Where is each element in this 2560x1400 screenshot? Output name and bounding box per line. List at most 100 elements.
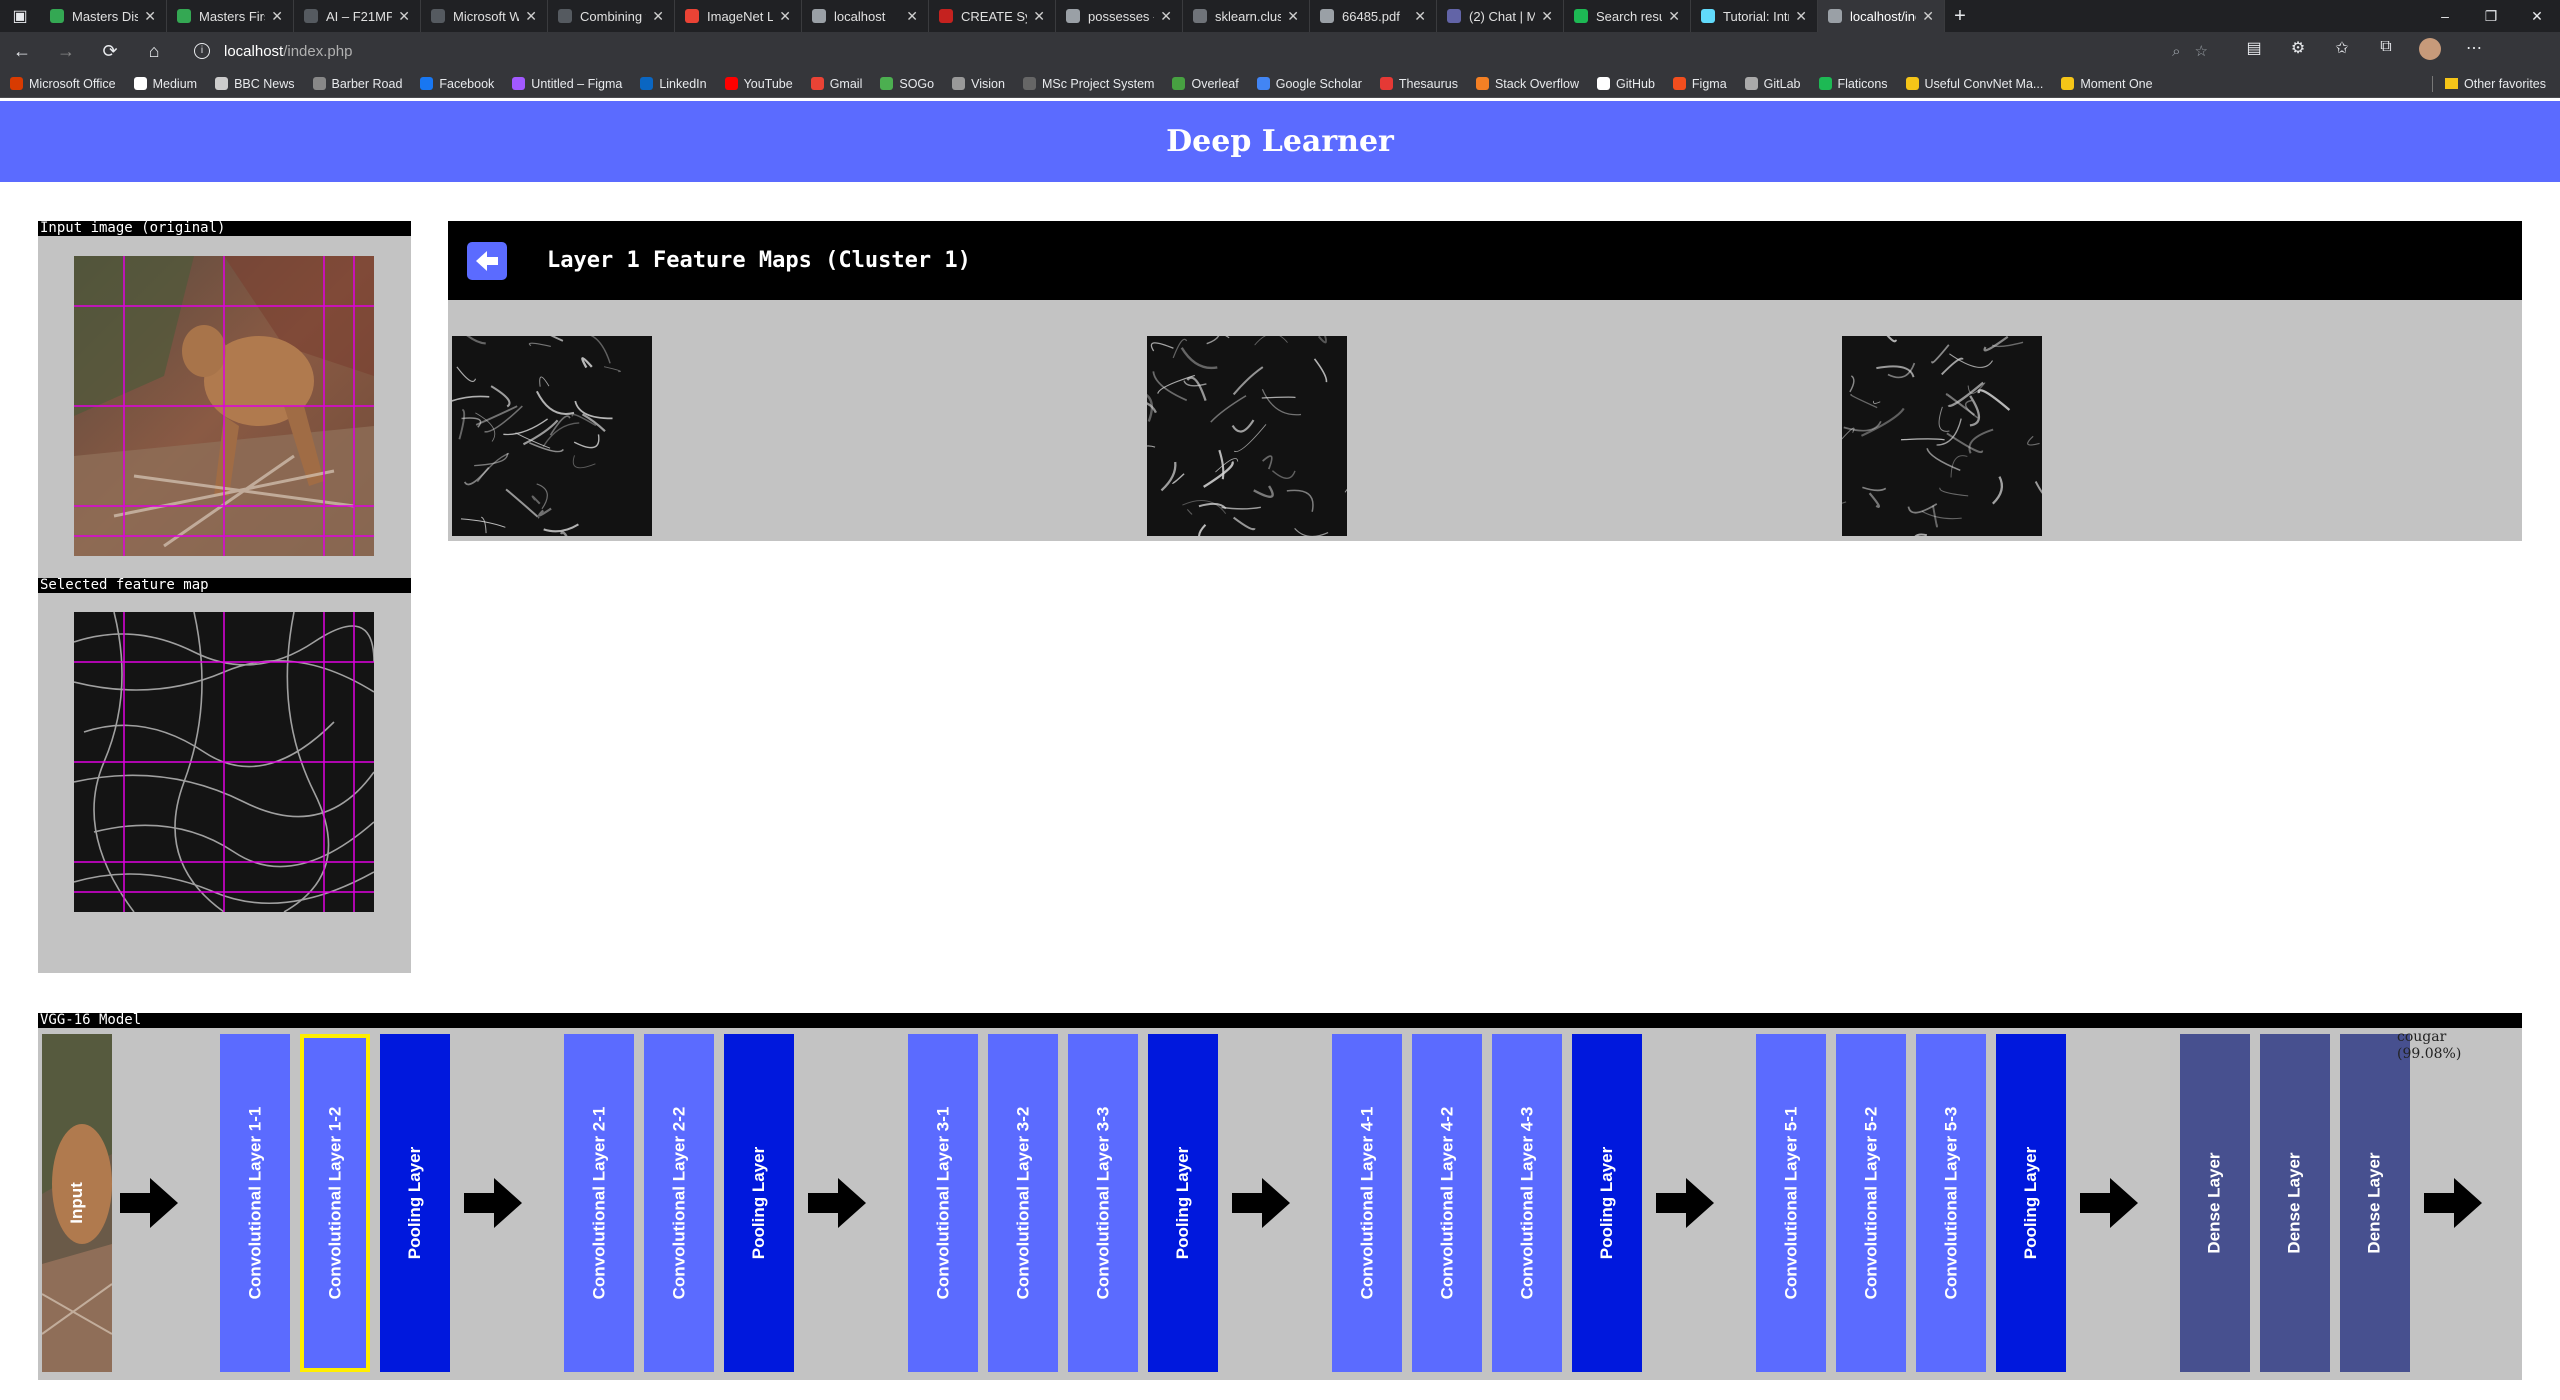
bookmark-item[interactable]: Useful ConvNet Ma...	[1905, 77, 2043, 91]
conv-layer-block[interactable]: Convolutional Layer 1-2	[300, 1034, 370, 1372]
feature-map-thumbnail[interactable]	[452, 336, 652, 536]
bookmark-item[interactable]: Facebook	[420, 77, 494, 91]
bookmark-item[interactable]: LinkedIn	[640, 77, 707, 91]
pooling-layer-block[interactable]: Pooling Layer	[724, 1034, 794, 1372]
back-icon[interactable]: ←	[0, 41, 44, 62]
pooling-layer-block[interactable]: Pooling Layer	[1996, 1034, 2066, 1372]
pooling-layer-block[interactable]: Pooling Layer	[1572, 1034, 1642, 1372]
browser-tab[interactable]: Search results fo ✕	[1564, 0, 1691, 32]
bookmark-item[interactable]: Figma	[1672, 77, 1727, 91]
conv-layer-block[interactable]: Convolutional Layer 2-2	[644, 1034, 714, 1372]
browser-tab[interactable]: (2) Chat | Micro ✕	[1437, 0, 1564, 32]
bookmark-item[interactable]: Overleaf	[1172, 77, 1239, 91]
browser-tab[interactable]: localhost ✕	[802, 0, 929, 32]
conv-layer-block[interactable]: Convolutional Layer 1-1	[220, 1034, 290, 1372]
dense-layer-block[interactable]: Dense Layer	[2260, 1034, 2330, 1372]
new-tab-icon[interactable]: +	[1945, 5, 1975, 28]
conv-layer-block[interactable]: Convolutional Layer 3-1	[908, 1034, 978, 1372]
address-bar[interactable]: i localhost/index.php ⌕ ☆	[182, 36, 2222, 66]
bookmark-item[interactable]: MSc Project System	[1022, 77, 1154, 91]
input-layer-block[interactable]: Input	[42, 1034, 112, 1372]
conv-layer-block[interactable]: Convolutional Layer 5-2	[1836, 1034, 1906, 1372]
bookmark-item[interactable]: Medium	[133, 77, 197, 91]
tab-close-icon[interactable]: ✕	[1033, 8, 1045, 25]
tab-close-icon[interactable]: ✕	[144, 8, 156, 25]
forward-icon[interactable]: →	[44, 41, 88, 62]
bookmark-item[interactable]: Thesaurus	[1379, 77, 1458, 91]
zoom-icon[interactable]: ⌕	[2172, 43, 2180, 60]
conv-layer-block[interactable]: Convolutional Layer 2-1	[564, 1034, 634, 1372]
restore-icon[interactable]: ❐	[2468, 8, 2514, 25]
conv-layer-block[interactable]: Convolutional Layer 4-1	[1332, 1034, 1402, 1372]
back-button[interactable]	[467, 241, 507, 280]
bookmark-item[interactable]: YouTube	[724, 77, 793, 91]
tab-close-icon[interactable]: ✕	[398, 8, 410, 25]
pooling-layer-block[interactable]: Pooling Layer	[1148, 1034, 1218, 1372]
favorite-star-icon[interactable]: ☆	[2195, 42, 2208, 60]
browser-tab[interactable]: Combining task ✕	[548, 0, 675, 32]
browser-tab[interactable]: ImageNet Large ✕	[675, 0, 802, 32]
bookmark-item[interactable]: Vision	[952, 77, 1005, 91]
input-image[interactable]	[74, 256, 374, 556]
conv-layer-block[interactable]: Convolutional Layer 5-3	[1916, 1034, 1986, 1372]
bookmark-item[interactable]: Google Scholar	[1256, 77, 1362, 91]
conv-layer-block[interactable]: Convolutional Layer 3-3	[1068, 1034, 1138, 1372]
bookmark-item[interactable]: Untitled – Figma	[512, 77, 622, 91]
tab-close-icon[interactable]: ✕	[1795, 8, 1807, 25]
refresh-icon[interactable]: ⟳	[88, 41, 132, 62]
site-info-icon[interactable]: i	[194, 43, 210, 59]
favorites-icon[interactable]: ✩	[2320, 38, 2364, 65]
pooling-layer-block[interactable]: Pooling Layer	[380, 1034, 450, 1372]
tab-close-icon[interactable]: ✕	[779, 8, 791, 25]
bookmark-item[interactable]: Barber Road	[312, 77, 402, 91]
bookmark-item[interactable]: BBC News	[215, 77, 295, 91]
browser-tab[interactable]: 66485.pdf ✕	[1310, 0, 1437, 32]
home-icon[interactable]: ⌂	[132, 41, 176, 62]
tab-close-icon[interactable]: ✕	[1287, 8, 1299, 25]
collections-icon[interactable]: ⧉	[2364, 38, 2408, 65]
bookmark-item[interactable]: Microsoft Office	[10, 77, 116, 91]
tab-close-icon[interactable]: ✕	[1668, 8, 1680, 25]
dense-layer-block[interactable]: Dense Layer	[2180, 1034, 2250, 1372]
browser-tab[interactable]: possesses - Goo ✕	[1056, 0, 1183, 32]
browser-tab[interactable]: Masters Disserta ✕	[40, 0, 167, 32]
browser-tab[interactable]: sklearn.cluster.A ✕	[1183, 0, 1310, 32]
tab-close-icon[interactable]: ✕	[271, 8, 283, 25]
browser-tab[interactable]: CREATE Synonym ✕	[929, 0, 1056, 32]
bookmark-item[interactable]: Stack Overflow	[1475, 77, 1579, 91]
more-menu-icon[interactable]: ⋯	[2452, 38, 2496, 65]
feature-map-thumbnail[interactable]	[1147, 336, 1347, 536]
tab-close-icon[interactable]: ✕	[1922, 8, 1934, 25]
browser-tab[interactable]: AI – F21MP_202 ✕	[294, 0, 421, 32]
browser-tab[interactable]: Microsoft Word ✕	[421, 0, 548, 32]
extensions-icon[interactable]: ⚙	[2276, 38, 2320, 65]
tab-close-icon[interactable]: ✕	[525, 8, 537, 25]
browser-tab[interactable]: Tutorial: Intro to ✕	[1691, 0, 1818, 32]
bookmark-item[interactable]: Gmail	[810, 77, 862, 91]
selected-feature-map[interactable]	[74, 612, 374, 912]
tab-actions-icon[interactable]: ▣	[0, 0, 40, 32]
bookmark-item[interactable]: Moment One	[2061, 77, 2153, 91]
bookmark-item[interactable]: GitHub	[1597, 77, 1655, 91]
other-favorites[interactable]: Other favorites	[2432, 75, 2546, 92]
feature-map-thumbnail[interactable]	[1842, 336, 2042, 536]
reading-view-icon[interactable]: ▤	[2232, 38, 2276, 65]
browser-tab[interactable]: localhost/index. ✕	[1818, 0, 1945, 32]
dense-layer-block[interactable]: Dense Layer	[2340, 1034, 2410, 1372]
tab-close-icon[interactable]: ✕	[1541, 8, 1553, 25]
browser-tab[interactable]: Masters First De ✕	[167, 0, 294, 32]
bookmark-item[interactable]: Flaticons	[1818, 77, 1888, 91]
conv-layer-block[interactable]: Convolutional Layer 4-2	[1412, 1034, 1482, 1372]
tab-close-icon[interactable]: ✕	[652, 8, 664, 25]
bookmark-item[interactable]: GitLab	[1744, 77, 1801, 91]
close-window-icon[interactable]: ✕	[2514, 8, 2560, 25]
conv-layer-block[interactable]: Convolutional Layer 5-1	[1756, 1034, 1826, 1372]
conv-layer-block[interactable]: Convolutional Layer 3-2	[988, 1034, 1058, 1372]
tab-close-icon[interactable]: ✕	[1414, 8, 1426, 25]
bookmark-item[interactable]: SOGo	[880, 77, 934, 91]
tab-close-icon[interactable]: ✕	[1160, 8, 1172, 25]
tab-close-icon[interactable]: ✕	[906, 8, 918, 25]
conv-layer-block[interactable]: Convolutional Layer 4-3	[1492, 1034, 1562, 1372]
profile-icon[interactable]	[2408, 37, 2452, 65]
minimize-icon[interactable]: –	[2422, 8, 2468, 25]
